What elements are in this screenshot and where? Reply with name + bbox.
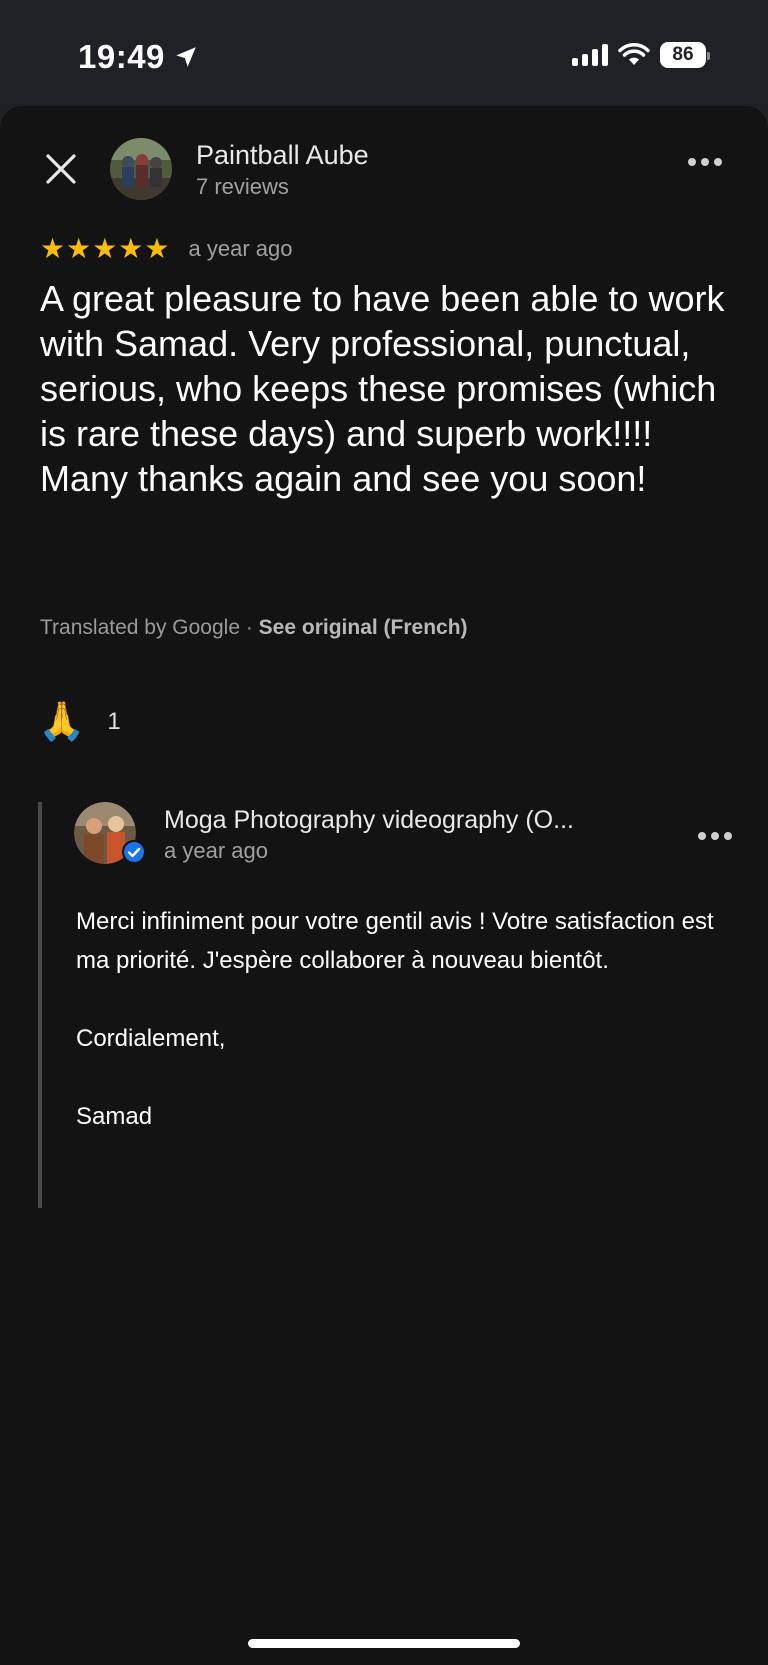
battery-icon: 86 (660, 42, 710, 68)
cellular-signal-icon (572, 44, 608, 66)
close-icon[interactable] (44, 152, 78, 186)
wifi-icon (618, 43, 650, 65)
review-sheet: Paintball Aube 7 reviews ★★★★★ a year ag… (0, 106, 768, 1665)
review-text-paragraph: Many thanks again and see you soon! (40, 458, 647, 499)
owner-reply: Moga Photography videography (O... a yea… (38, 802, 732, 1208)
rating-row: ★★★★★ a year ago (40, 232, 292, 265)
review-text-paragraph: A great pleasure to have been able to wo… (40, 278, 725, 454)
reply-paragraph: Cordialement, (76, 1025, 226, 1052)
translation-notice: Translated by Google · See original (Fre… (40, 616, 468, 640)
review-text: A great pleasure to have been able to wo… (40, 276, 740, 501)
owner-name[interactable]: Moga Photography videography (O... (164, 806, 574, 835)
more-options-icon[interactable] (688, 158, 722, 166)
status-icons: 86 (572, 42, 710, 68)
owner-reply-time: a year ago (164, 838, 268, 863)
star-rating: ★★★★★ (40, 233, 171, 264)
home-indicator[interactable] (248, 1639, 520, 1648)
owner-more-options-icon[interactable] (698, 832, 732, 840)
reaction-count: 1 (107, 708, 121, 735)
reaction-row[interactable]: 🙏 1 (38, 700, 121, 744)
battery-level: 86 (672, 44, 694, 65)
see-original-link[interactable]: See original (French) (259, 616, 468, 639)
verified-badge-icon (122, 840, 146, 864)
status-bar: 19:49 86 (0, 0, 768, 106)
folded-hands-icon: 🙏 (38, 701, 86, 743)
review-time: a year ago (188, 235, 293, 261)
owner-reply-text: Merci infiniment pour votre gentil avis … (76, 902, 716, 1175)
reply-paragraph: Samad (76, 1103, 153, 1130)
reviewer-name[interactable]: Paintball Aube (196, 140, 369, 171)
status-time: 19:49 (78, 38, 199, 76)
reviewer-review-count: 7 reviews (196, 174, 289, 199)
translated-by-label: Translated by Google · (40, 616, 259, 639)
reply-paragraph: Merci infiniment pour votre gentil avis … (76, 908, 714, 974)
reviewer-avatar[interactable] (110, 138, 172, 200)
clock: 19:49 (78, 38, 165, 75)
location-arrow-icon (176, 47, 196, 67)
